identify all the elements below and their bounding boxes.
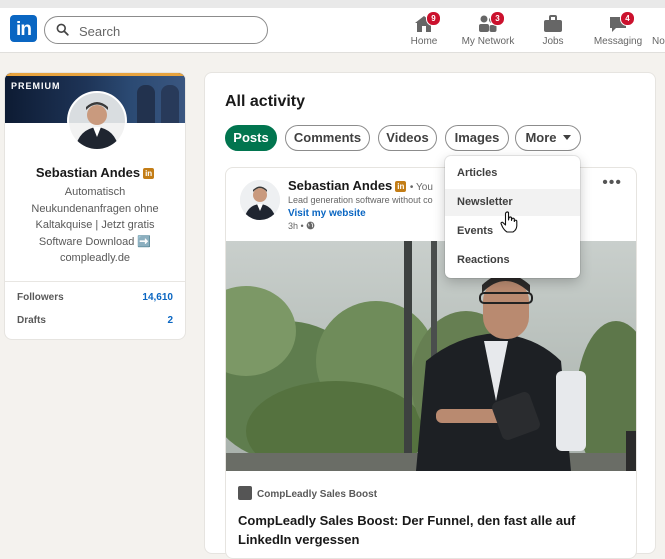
post-author-name: Sebastian Andes — [288, 178, 393, 193]
stat-followers-value: 14,610 — [142, 292, 173, 303]
premium-badge-icon: in — [395, 181, 407, 192]
profile-name[interactable]: Sebastian Andes in — [5, 165, 185, 180]
menu-item-reactions[interactable]: Reactions — [445, 247, 580, 274]
premium-badge-icon: in — [143, 168, 155, 179]
newsletter-logo-icon — [238, 486, 252, 500]
messaging-notification-badge: 4 — [620, 11, 635, 26]
tab-comments[interactable]: Comments — [285, 125, 370, 151]
post-author[interactable]: Sebastian Andes in • You — [288, 178, 433, 193]
stat-followers[interactable]: Followers 14,610 — [17, 292, 173, 303]
activity-panel: All activity Posts Comments Videos Image… — [204, 72, 656, 559]
activity-title: All activity — [225, 93, 306, 110]
nav-item-my-network[interactable]: 3 My Network — [458, 11, 518, 50]
nav-item-home[interactable]: 9 Home — [408, 11, 441, 50]
caret-down-icon — [562, 135, 571, 140]
linkedin-logo-icon[interactable]: in — [10, 15, 37, 42]
nav-label-jobs: Jobs — [542, 36, 564, 47]
visit-website-link[interactable]: Visit my website — [288, 208, 366, 219]
nav-label-messaging: Messaging — [593, 36, 643, 47]
tab-more-label: More — [525, 130, 557, 145]
post-source-name: CompLeadly Sales Boost — [257, 489, 378, 500]
nav-item-jobs[interactable]: Jobs — [538, 14, 568, 50]
profile-card: PREMIUM Sebastian Andes in Automatisch Ne… — [4, 72, 186, 340]
search-input[interactable] — [77, 20, 261, 42]
nav-label-home: Home — [410, 36, 438, 47]
post-overflow-menu-icon[interactable]: ••• — [602, 174, 622, 192]
home-notification-badge: 9 — [426, 11, 441, 26]
profile-divider — [5, 281, 185, 282]
tab-more[interactable]: More — [515, 125, 581, 151]
network-notification-badge: 3 — [490, 11, 505, 26]
briefcase-icon — [544, 15, 562, 32]
profile-name-text: Sebastian Andes — [35, 165, 141, 180]
post-author-subtitle: Lead generation software without co — [288, 195, 433, 205]
post-source[interactable]: CompLeadly Sales Boost — [238, 486, 377, 500]
stat-drafts-value: 2 — [167, 315, 173, 326]
search-box[interactable] — [44, 16, 268, 44]
stat-drafts-label: Drafts — [17, 315, 46, 326]
post-timestamp: 3h • — [288, 221, 315, 231]
nav-label-my-network: My Network — [461, 36, 515, 47]
nav-item-notifications[interactable]: No — [652, 14, 665, 50]
nav-label-notifications: No — [652, 36, 665, 47]
globe-icon — [306, 221, 315, 230]
post-time-text: 3h • — [288, 221, 304, 231]
post-author-degree: • You — [409, 182, 433, 193]
tab-posts[interactable]: Posts — [225, 125, 277, 151]
profile-headline: Automatisch Neukundenanfragen ohne Kalta… — [31, 186, 159, 264]
nav-item-messaging[interactable]: 4 Messaging — [590, 11, 646, 50]
post-author-avatar[interactable] — [240, 180, 280, 220]
top-navigation-bar: in 9 Home 3 My Network — [0, 0, 665, 53]
tab-videos[interactable]: Videos — [378, 125, 437, 151]
stat-followers-label: Followers — [17, 292, 64, 303]
stat-drafts[interactable]: Drafts 2 — [17, 315, 173, 326]
menu-item-articles[interactable]: Articles — [445, 160, 580, 187]
premium-label: PREMIUM — [11, 81, 61, 91]
profile-avatar[interactable] — [67, 91, 127, 151]
hand-cursor-icon — [500, 211, 518, 233]
search-icon — [56, 23, 69, 36]
post-headline[interactable]: CompLeadly Sales Boost: Der Funnel, den … — [238, 511, 618, 549]
tab-images[interactable]: Images — [445, 125, 509, 151]
browser-strip — [0, 0, 665, 8]
